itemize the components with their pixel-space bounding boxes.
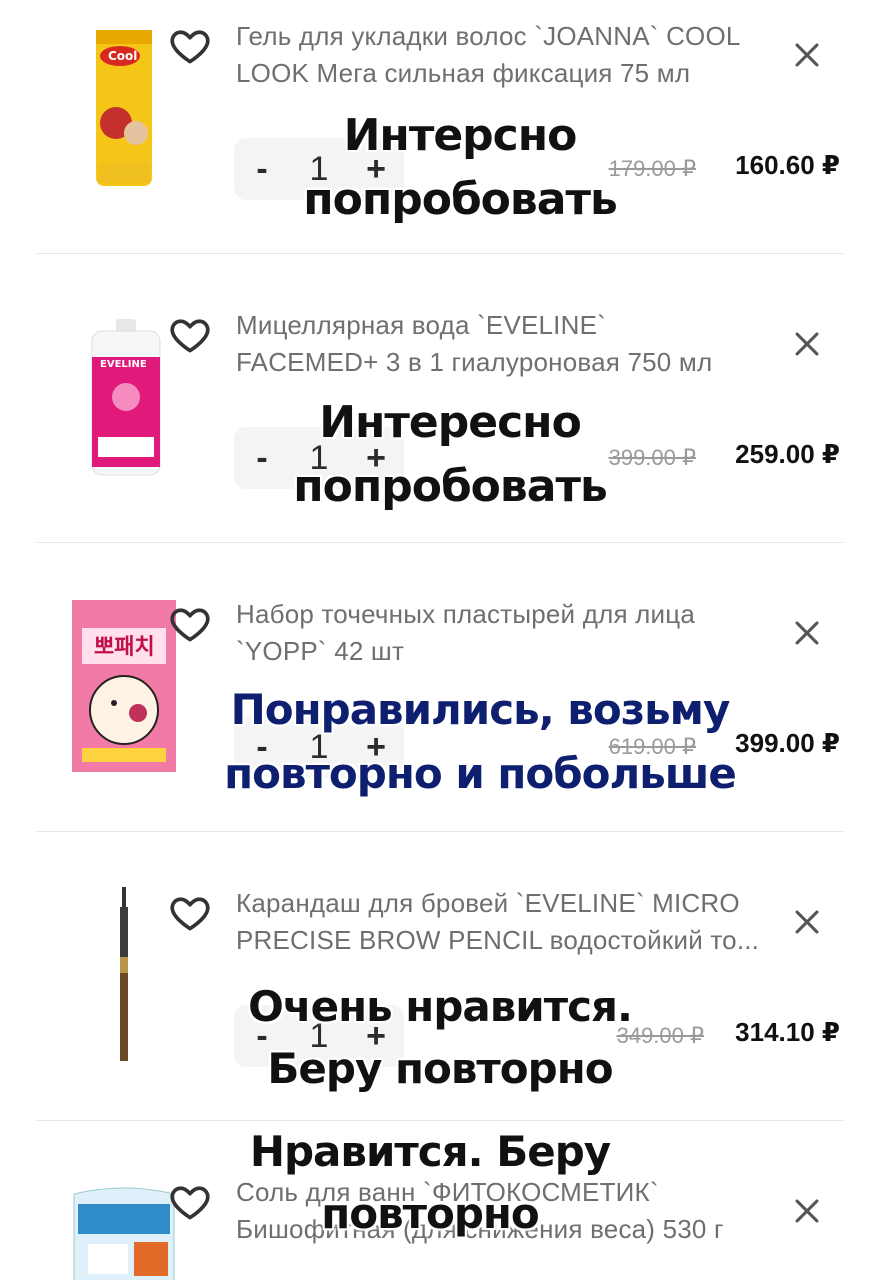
product-title-line: LOOK Мега сильная фиксация 75 мл [236, 58, 691, 88]
divider [36, 542, 844, 543]
favorite-heart-icon[interactable] [168, 602, 212, 646]
product-title[interactable]: Карандаш для бровей `EVELINE` MICRO PREC… [236, 885, 776, 959]
cart-item: Соль для ванн `ФИТОКОСМЕТИК` Бишофитная … [0, 1156, 880, 1280]
remove-close-icon[interactable] [790, 327, 824, 361]
quantity-minus-button[interactable]: - [234, 716, 290, 778]
cart-item: Cool Гель для укладки волос `JOANNA` COO… [0, 0, 880, 289]
quantity-value: 1 [309, 438, 329, 477]
svg-text:뽀패치: 뽀패치 [94, 635, 155, 660]
quantity-stepper: - 1 + [234, 1005, 404, 1067]
cart-item: Карандаш для бровей `EVELINE` MICRO PREC… [0, 867, 880, 1156]
remove-close-icon[interactable] [790, 38, 824, 72]
cart-item: EVELINE Мицеллярная вода `EVELINE` FACEM… [0, 289, 880, 578]
quantity-value: 1 [309, 149, 329, 188]
divider [36, 253, 844, 254]
divider [36, 1120, 844, 1121]
product-title[interactable]: Соль для ванн `ФИТОКОСМЕТИК` Бишофитная … [236, 1174, 776, 1248]
quantity-plus-button[interactable]: + [348, 1005, 404, 1067]
quantity-stepper: - 1 + [234, 716, 404, 778]
quantity-minus-button[interactable]: - [234, 138, 290, 200]
product-title[interactable]: Гель для укладки волос `JOANNA` COOL LOO… [236, 18, 776, 92]
quantity-plus-button[interactable]: + [348, 427, 404, 489]
quantity-plus-button[interactable]: + [348, 138, 404, 200]
favorite-heart-icon[interactable] [168, 891, 212, 935]
old-price: 349.00 ₽ [616, 1023, 704, 1048]
product-image-micellar-water[interactable]: EVELINE [68, 317, 180, 477]
product-title[interactable]: Мицеллярная вода `EVELINE` FACEMED+ 3 в … [236, 307, 776, 381]
product-title-line: Набор точечных пластырей для лица [236, 599, 695, 629]
quantity-plus-button[interactable]: + [348, 716, 404, 778]
quantity-stepper: - 1 + [234, 427, 404, 489]
cart-item: 뽀패치 Набор точечных пластырей для лица `Y… [0, 578, 880, 867]
favorite-heart-icon[interactable] [168, 24, 212, 68]
product-image-bath-salt[interactable] [68, 1184, 180, 1280]
product-title-line: PRECISE BROW PENCIL водостойкий то... [236, 925, 760, 955]
remove-close-icon[interactable] [790, 905, 824, 939]
old-price: 399.00 ₽ [608, 445, 696, 470]
product-title-line: Гель для укладки волос `JOANNA` COOL [236, 21, 741, 51]
current-price: 259.00 ₽ [735, 439, 840, 469]
quantity-value: 1 [309, 1016, 329, 1055]
quantity-stepper: - 1 + [234, 138, 404, 200]
favorite-heart-icon[interactable] [168, 1180, 212, 1224]
old-price: 179.00 ₽ [608, 156, 696, 181]
favorite-heart-icon[interactable] [168, 313, 212, 357]
svg-text:Cool: Cool [108, 49, 137, 63]
current-price: 314.10 ₽ [735, 1017, 840, 1047]
divider [36, 831, 844, 832]
product-image-brow-pencil[interactable] [68, 885, 180, 1065]
current-price: 399.00 ₽ [735, 728, 840, 758]
remove-close-icon[interactable] [790, 1194, 824, 1228]
quantity-value: 1 [309, 727, 329, 766]
quantity-minus-button[interactable]: - [234, 1005, 290, 1067]
product-title-line: Карандаш для бровей `EVELINE` MICRO [236, 888, 740, 918]
product-title-line: `YOPP` 42 шт [236, 636, 405, 666]
remove-close-icon[interactable] [790, 616, 824, 650]
product-image-hair-gel[interactable]: Cool [68, 28, 180, 188]
quantity-minus-button[interactable]: - [234, 427, 290, 489]
svg-text:EVELINE: EVELINE [100, 359, 147, 370]
product-title-line: FACEMED+ 3 в 1 гиалуроновая 750 мл [236, 347, 713, 377]
product-title-line: Бишофитная (для снижения веса) 530 г [236, 1214, 724, 1244]
product-image-spot-patches[interactable]: 뽀패치 [68, 598, 180, 774]
current-price: 160.60 ₽ [735, 150, 840, 180]
old-price: 619.00 ₽ [608, 734, 696, 759]
product-title-line: Мицеллярная вода `EVELINE` [236, 310, 606, 340]
product-title[interactable]: Набор точечных пластырей для лица `YOPP`… [236, 596, 776, 670]
product-title-line: Соль для ванн `ФИТОКОСМЕТИК` [236, 1177, 659, 1207]
